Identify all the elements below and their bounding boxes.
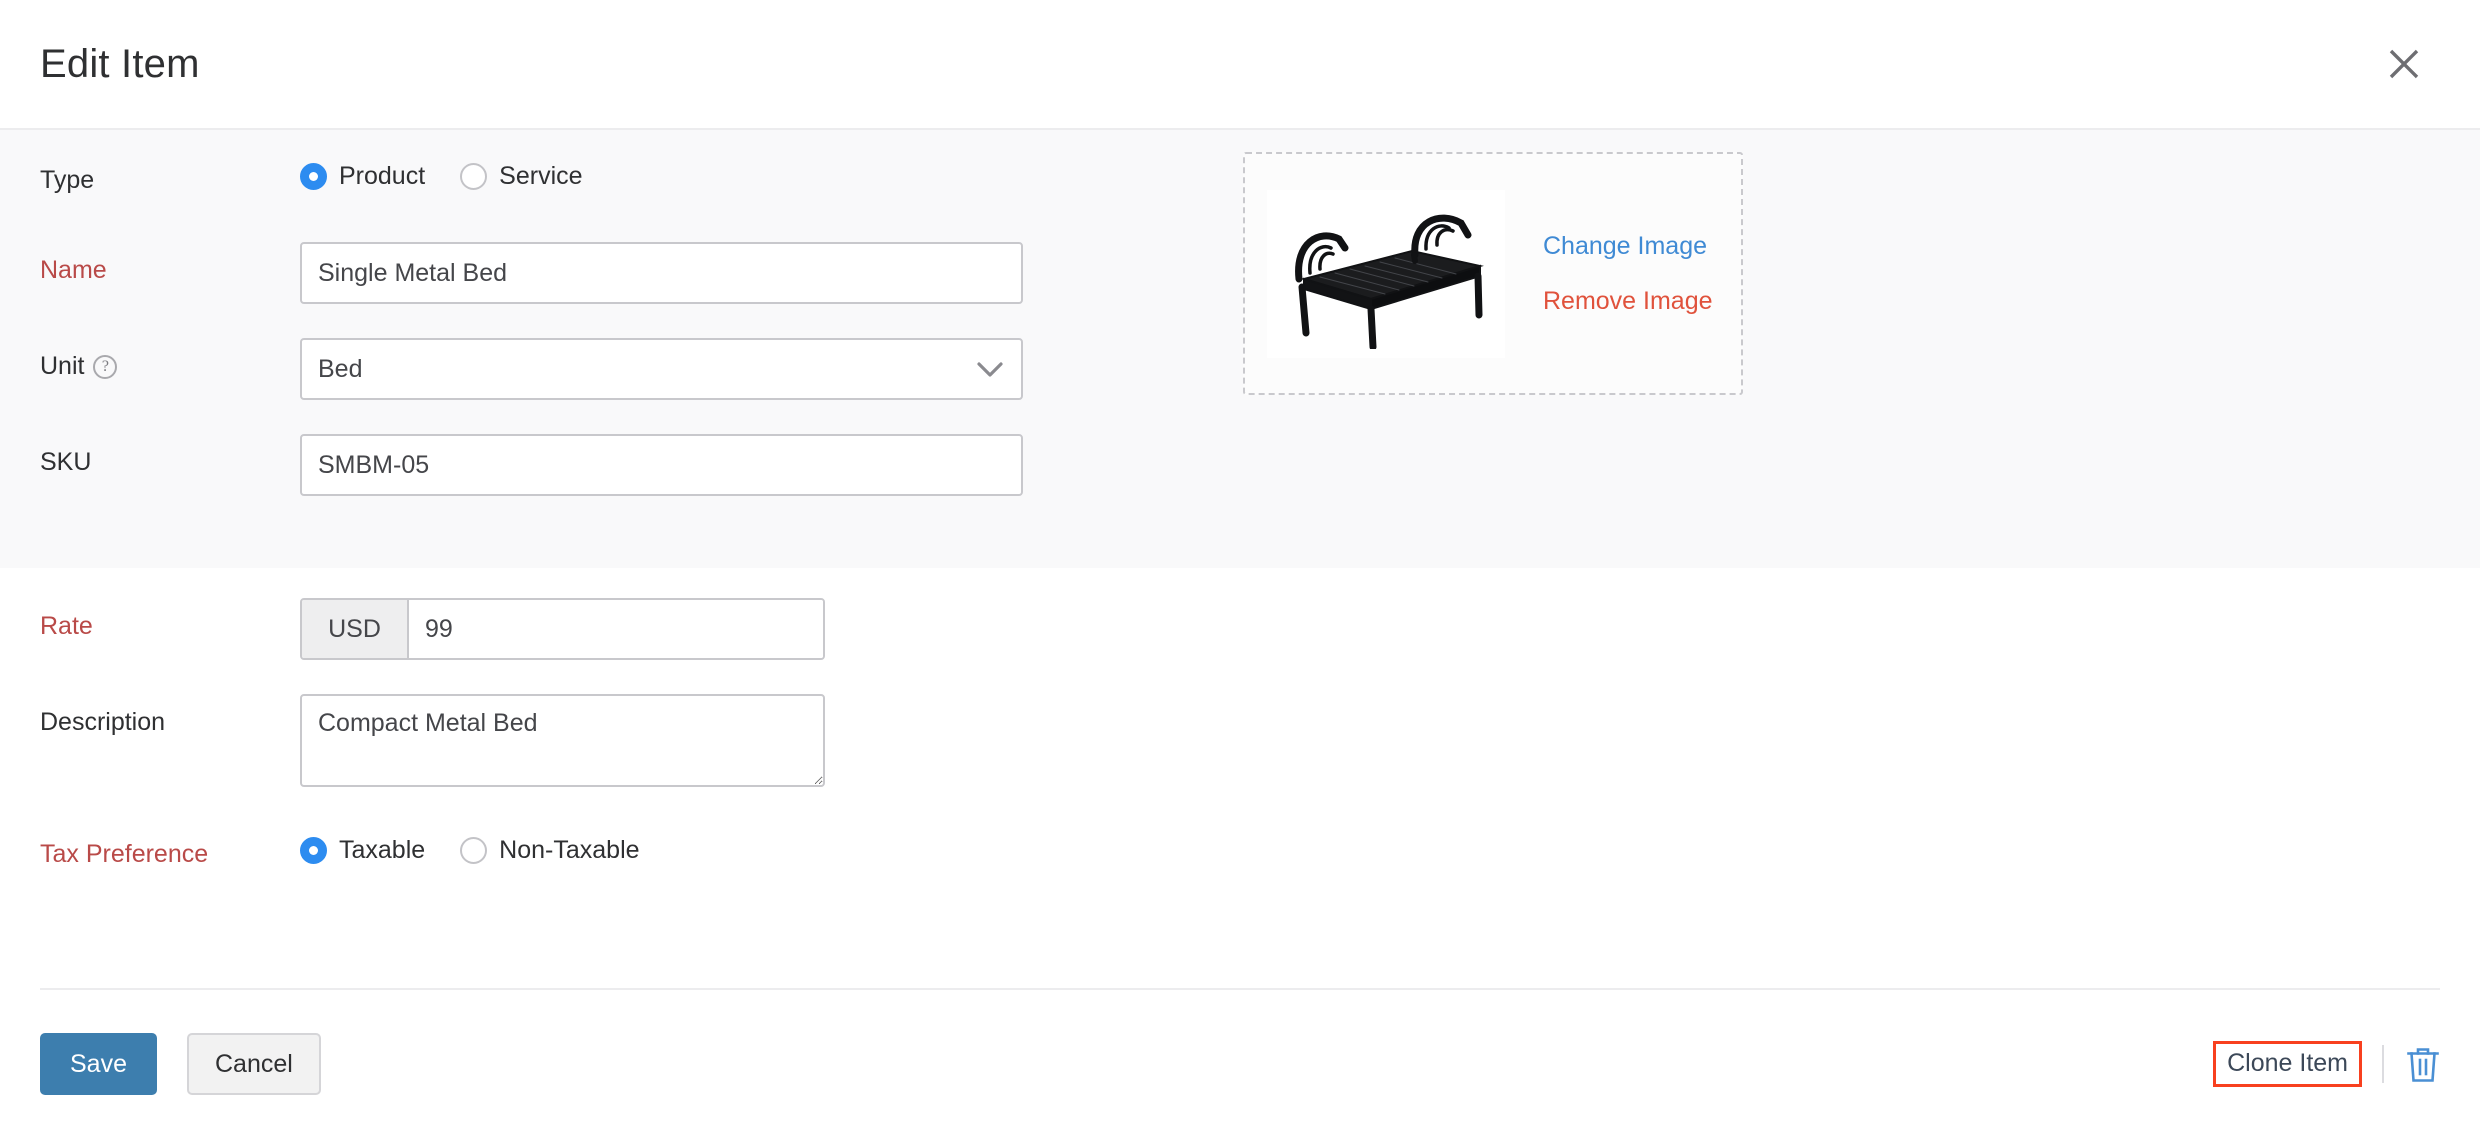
- sku-input[interactable]: [300, 434, 1023, 496]
- rate-label: Rate: [0, 598, 300, 641]
- modal-header: Edit Item: [0, 0, 2480, 130]
- clone-item-label: Clone Item: [2227, 1049, 2348, 1078]
- unit-label: Unit ?: [0, 338, 300, 381]
- unit-selected-value: Bed: [318, 355, 362, 384]
- remove-image-link[interactable]: Remove Image: [1543, 287, 1713, 316]
- description-label-text: Description: [40, 707, 165, 737]
- field-row-sku: SKU: [0, 434, 1230, 496]
- name-control: [300, 242, 1230, 304]
- sku-label-text: SKU: [40, 447, 91, 477]
- field-row-tax-preference: Tax Preference Taxable Non-Taxable: [0, 826, 2480, 886]
- change-image-link[interactable]: Change Image: [1543, 232, 1713, 261]
- radio-dot-service[interactable]: [460, 163, 487, 190]
- description-textarea[interactable]: Compact Metal Bed: [300, 694, 825, 787]
- sku-label: SKU: [0, 434, 300, 477]
- clone-item-button[interactable]: Clone Item: [2213, 1041, 2362, 1087]
- radio-label-taxable: Taxable: [339, 836, 425, 865]
- unit-control: Bed: [300, 338, 1230, 400]
- radio-dot-taxable[interactable]: [300, 837, 327, 864]
- currency-prefix: USD: [302, 600, 409, 658]
- type-label-text: Type: [40, 165, 94, 195]
- rate-input[interactable]: [409, 600, 823, 658]
- field-row-rate: Rate USD: [0, 598, 2480, 660]
- unit-select-wrap: Bed: [300, 338, 1023, 400]
- name-label: Name: [0, 242, 300, 285]
- type-radio-group: Product Service: [300, 152, 1230, 191]
- rate-label-text: Rate: [40, 611, 93, 641]
- help-circle-icon[interactable]: ?: [93, 355, 117, 379]
- cancel-button[interactable]: Cancel: [187, 1033, 321, 1095]
- type-label: Type: [0, 152, 300, 195]
- radio-label-service: Service: [499, 162, 582, 191]
- modal-body: Type Product Service: [0, 130, 2480, 988]
- page-title: Edit Item: [40, 42, 2376, 87]
- save-button[interactable]: Save: [40, 1033, 157, 1095]
- name-label-text: Name: [40, 255, 107, 285]
- type-control: Product Service: [300, 152, 1230, 191]
- item-image-thumbnail: [1267, 190, 1505, 358]
- radio-label-product: Product: [339, 162, 425, 191]
- tax-preference-label-text: Tax Preference: [40, 839, 208, 869]
- radio-dot-non-taxable[interactable]: [460, 837, 487, 864]
- radio-label-non-taxable: Non-Taxable: [499, 836, 639, 865]
- radio-tax-non-taxable[interactable]: Non-Taxable: [460, 836, 639, 865]
- unit-select[interactable]: Bed: [300, 338, 1023, 400]
- modal-footer: Save Cancel Clone Item: [0, 990, 2480, 1138]
- description-label: Description: [0, 694, 300, 737]
- edit-item-modal: Edit Item Type: [0, 0, 2480, 1138]
- trash-icon[interactable]: [2406, 1045, 2440, 1083]
- item-image-panel: Change Image Remove Image: [1230, 152, 2480, 538]
- tax-preference-radio-group: Taxable Non-Taxable: [300, 826, 2480, 865]
- item-details-fields: Type Product Service: [0, 152, 1230, 538]
- name-input[interactable]: [300, 242, 1023, 304]
- description-control: Compact Metal Bed: [300, 694, 2480, 792]
- radio-type-service[interactable]: Service: [460, 162, 582, 191]
- rate-control: USD: [300, 598, 2480, 660]
- item-details-section: Type Product Service: [0, 130, 2480, 568]
- rate-input-group: USD: [300, 598, 825, 660]
- field-row-type: Type Product Service: [0, 152, 1230, 212]
- radio-tax-taxable[interactable]: Taxable: [300, 836, 425, 865]
- tax-preference-control: Taxable Non-Taxable: [300, 826, 2480, 865]
- radio-type-product[interactable]: Product: [300, 162, 425, 191]
- radio-dot-product[interactable]: [300, 163, 327, 190]
- unit-label-text: Unit: [40, 351, 84, 381]
- tax-preference-label: Tax Preference: [0, 826, 300, 869]
- pricing-section: Rate USD Description Compact Metal Bed: [0, 568, 2480, 988]
- close-icon[interactable]: [2376, 36, 2432, 92]
- sku-control: [300, 434, 1230, 496]
- footer-actions: Clone Item: [2213, 1041, 2440, 1087]
- image-dropzone[interactable]: Change Image Remove Image: [1243, 152, 1743, 395]
- field-row-unit: Unit ? Bed: [0, 338, 1230, 400]
- image-action-links: Change Image Remove Image: [1543, 232, 1713, 316]
- field-row-name: Name: [0, 242, 1230, 304]
- field-row-description: Description Compact Metal Bed: [0, 694, 2480, 792]
- footer-separator: [2382, 1045, 2384, 1083]
